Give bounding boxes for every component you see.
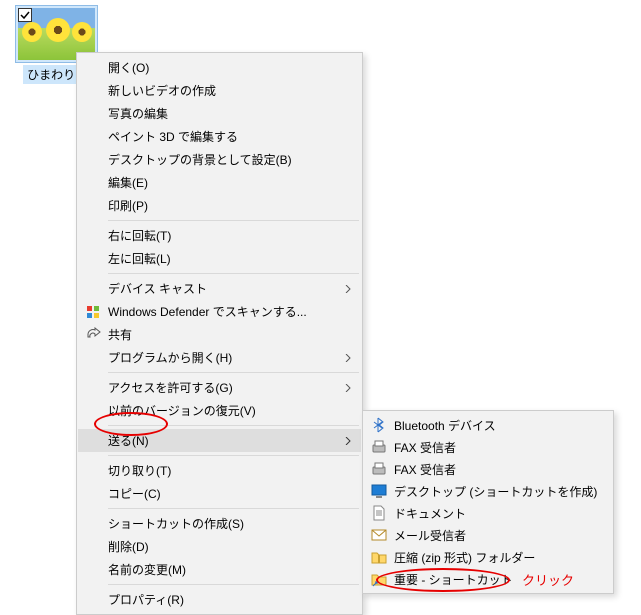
menu-separator [108, 273, 359, 274]
menu-print[interactable]: 印刷(P) [78, 194, 361, 217]
zip-folder-icon [368, 548, 390, 566]
menu-open[interactable]: 開く(O) [78, 56, 361, 79]
folder-shortcut-icon [368, 570, 390, 588]
submenu-important-shortcut[interactable]: 重要 - ショートカット [364, 568, 612, 590]
share-icon [82, 326, 104, 344]
menu-share[interactable]: 共有 [78, 323, 361, 346]
chevron-right-icon [341, 285, 355, 293]
menu-edit[interactable]: 編集(E) [78, 171, 361, 194]
menu-grant-access[interactable]: アクセスを許可する(G) [78, 376, 361, 399]
menu-separator [108, 455, 359, 456]
submenu-mail[interactable]: メール受信者 [364, 524, 612, 546]
menu-separator [108, 584, 359, 585]
file-checkbox[interactable] [18, 8, 32, 22]
submenu-fax-1[interactable]: FAX 受信者 [364, 436, 612, 458]
submenu-documents[interactable]: ドキュメント [364, 502, 612, 524]
menu-defender-scan[interactable]: Windows Defender でスキャンする... [78, 300, 361, 323]
menu-properties[interactable]: プロパティ(R) [78, 588, 361, 611]
fax-icon [368, 460, 390, 478]
menu-separator [108, 508, 359, 509]
menu-separator [108, 220, 359, 221]
menu-edit-photos[interactable]: 写真の編集 [78, 102, 361, 125]
menu-separator [108, 372, 359, 373]
desktop-icon [368, 482, 390, 500]
menu-set-wallpaper[interactable]: デスクトップの背景として設定(B) [78, 148, 361, 171]
chevron-right-icon [341, 354, 355, 362]
menu-cut[interactable]: 切り取り(T) [78, 459, 361, 482]
menu-send-to[interactable]: 送る(N) [78, 429, 361, 452]
menu-delete[interactable]: 削除(D) [78, 535, 361, 558]
send-to-submenu: Bluetooth デバイス FAX 受信者 FAX 受信者 デスクトップ (シ… [362, 410, 614, 594]
submenu-desktop-shortcut[interactable]: デスクトップ (ショートカットを作成) [364, 480, 612, 502]
fax-icon [368, 438, 390, 456]
context-menu: 開く(O) 新しいビデオの作成 写真の編集 ペイント 3D で編集する デスクト… [76, 52, 363, 615]
submenu-zip[interactable]: 圧縮 (zip 形式) フォルダー [364, 546, 612, 568]
menu-separator [108, 425, 359, 426]
menu-device-cast[interactable]: デバイス キャスト [78, 277, 361, 300]
menu-rename[interactable]: 名前の変更(M) [78, 558, 361, 581]
mail-icon [368, 526, 390, 544]
menu-paint3d[interactable]: ペイント 3D で編集する [78, 125, 361, 148]
menu-restore-versions[interactable]: 以前のバージョンの復元(V) [78, 399, 361, 422]
menu-rotate-left[interactable]: 左に回転(L) [78, 247, 361, 270]
menu-rotate-right[interactable]: 右に回転(T) [78, 224, 361, 247]
menu-copy[interactable]: コピー(C) [78, 482, 361, 505]
chevron-right-icon [341, 384, 355, 392]
menu-create-shortcut[interactable]: ショートカットの作成(S) [78, 512, 361, 535]
menu-new-video[interactable]: 新しいビデオの作成 [78, 79, 361, 102]
chevron-right-icon [341, 437, 355, 445]
document-icon [368, 504, 390, 522]
menu-open-with[interactable]: プログラムから開く(H) [78, 346, 361, 369]
bluetooth-icon [368, 416, 390, 434]
submenu-fax-2[interactable]: FAX 受信者 [364, 458, 612, 480]
shield-icon [82, 303, 104, 321]
submenu-bluetooth[interactable]: Bluetooth デバイス [364, 414, 612, 436]
